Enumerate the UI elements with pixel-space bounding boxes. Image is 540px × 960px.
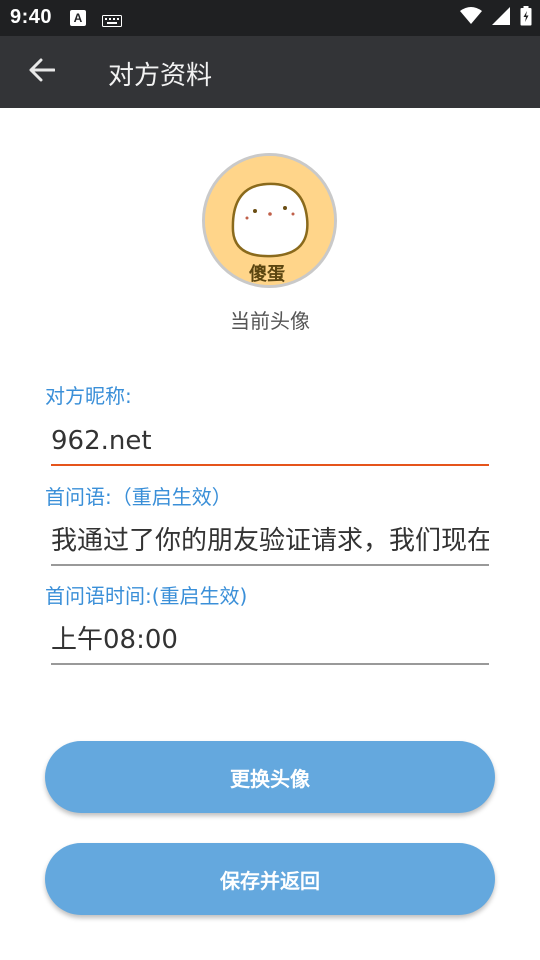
signal-icon <box>492 7 510 29</box>
avatar[interactable]: 傻蛋 <box>202 153 337 288</box>
nickname-label: 对方昵称: <box>45 384 132 408</box>
battery-charging-icon <box>520 6 532 30</box>
status-icons <box>460 6 532 30</box>
wifi-icon <box>460 7 482 29</box>
status-time: 9:40 <box>10 6 53 28</box>
status-bar: 9:40 A <box>0 0 540 36</box>
avatar-image: 傻蛋 <box>205 156 334 285</box>
greeting-time-input[interactable]: 上午08:00 <box>51 619 489 665</box>
page-title: 对方资料 <box>108 61 213 91</box>
avatar-image-text: 傻蛋 <box>249 263 285 285</box>
greeting-label: 首问语:（重启生效） <box>45 485 232 509</box>
greeting-time-label: 首问语时间:(重启生效) <box>45 584 248 608</box>
a-notification-icon: A <box>70 10 86 26</box>
avatar-label: 当前头像 <box>230 309 310 333</box>
nickname-input[interactable]: 962.net <box>51 420 489 466</box>
back-button[interactable] <box>22 54 62 90</box>
arrow-left-icon <box>29 58 56 86</box>
change-avatar-button[interactable]: 更换头像 <box>45 741 495 813</box>
greeting-input[interactable]: 我通过了你的朋友验证请求，我们现在可以开始聊天了 <box>51 520 489 566</box>
save-return-button[interactable]: 保存并返回 <box>45 843 495 915</box>
keyboard-icon <box>102 12 122 27</box>
app-bar: 对方资料 <box>0 36 540 108</box>
